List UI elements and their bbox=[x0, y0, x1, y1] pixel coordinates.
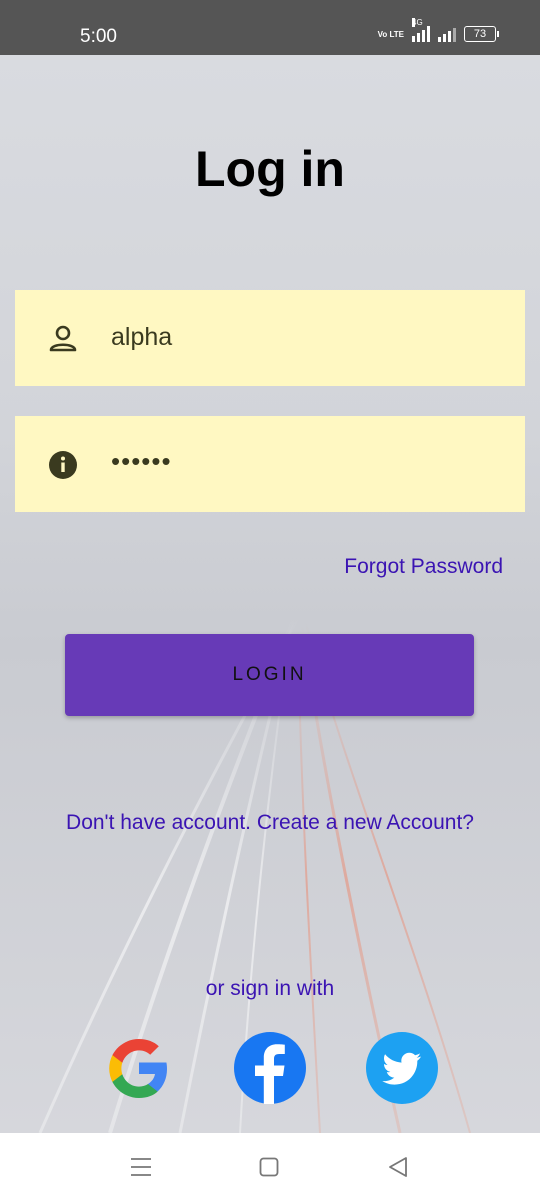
status-indicators: Vo LTE 4G 73 bbox=[378, 18, 499, 42]
menu-icon[interactable] bbox=[129, 1155, 153, 1179]
password-field[interactable]: •••••• bbox=[15, 416, 525, 512]
username-value: alpha bbox=[111, 323, 173, 351]
battery-level: 73 bbox=[473, 28, 487, 40]
volte-label: Vo LTE bbox=[377, 29, 404, 39]
create-account-link[interactable]: Don't have account. Create a new Account… bbox=[0, 811, 540, 835]
back-icon[interactable] bbox=[386, 1155, 410, 1179]
status-time: 5:00 bbox=[80, 26, 117, 47]
twitter-icon[interactable] bbox=[366, 1032, 438, 1104]
battery-icon: 73 bbox=[464, 26, 499, 42]
forgot-password-link[interactable]: Forgot Password bbox=[344, 555, 503, 579]
or-sign-in-label: or sign in with bbox=[205, 977, 335, 1000]
facebook-icon[interactable] bbox=[234, 1032, 306, 1104]
person-icon bbox=[49, 325, 77, 352]
signal-icon-2 bbox=[438, 26, 456, 42]
signal-tag: 4G bbox=[412, 18, 423, 27]
username-field[interactable]: alpha bbox=[15, 290, 525, 386]
signal-icon: 4G bbox=[412, 18, 430, 42]
password-value: •••••• bbox=[111, 446, 172, 476]
login-button[interactable]: LOGIN bbox=[65, 634, 474, 716]
system-nav-bar bbox=[0, 1133, 540, 1200]
info-icon bbox=[49, 451, 77, 479]
home-icon[interactable] bbox=[257, 1155, 281, 1179]
google-icon[interactable] bbox=[103, 1032, 175, 1104]
status-bar: 5:00 Vo LTE 4G 73 bbox=[0, 0, 540, 55]
volte-icon: Vo LTE bbox=[378, 30, 404, 39]
background-image bbox=[38, 614, 471, 1133]
login-screen: Log in alpha •••••• Forgot Password LOGI… bbox=[0, 55, 540, 1133]
page-title: Log in bbox=[195, 141, 345, 197]
